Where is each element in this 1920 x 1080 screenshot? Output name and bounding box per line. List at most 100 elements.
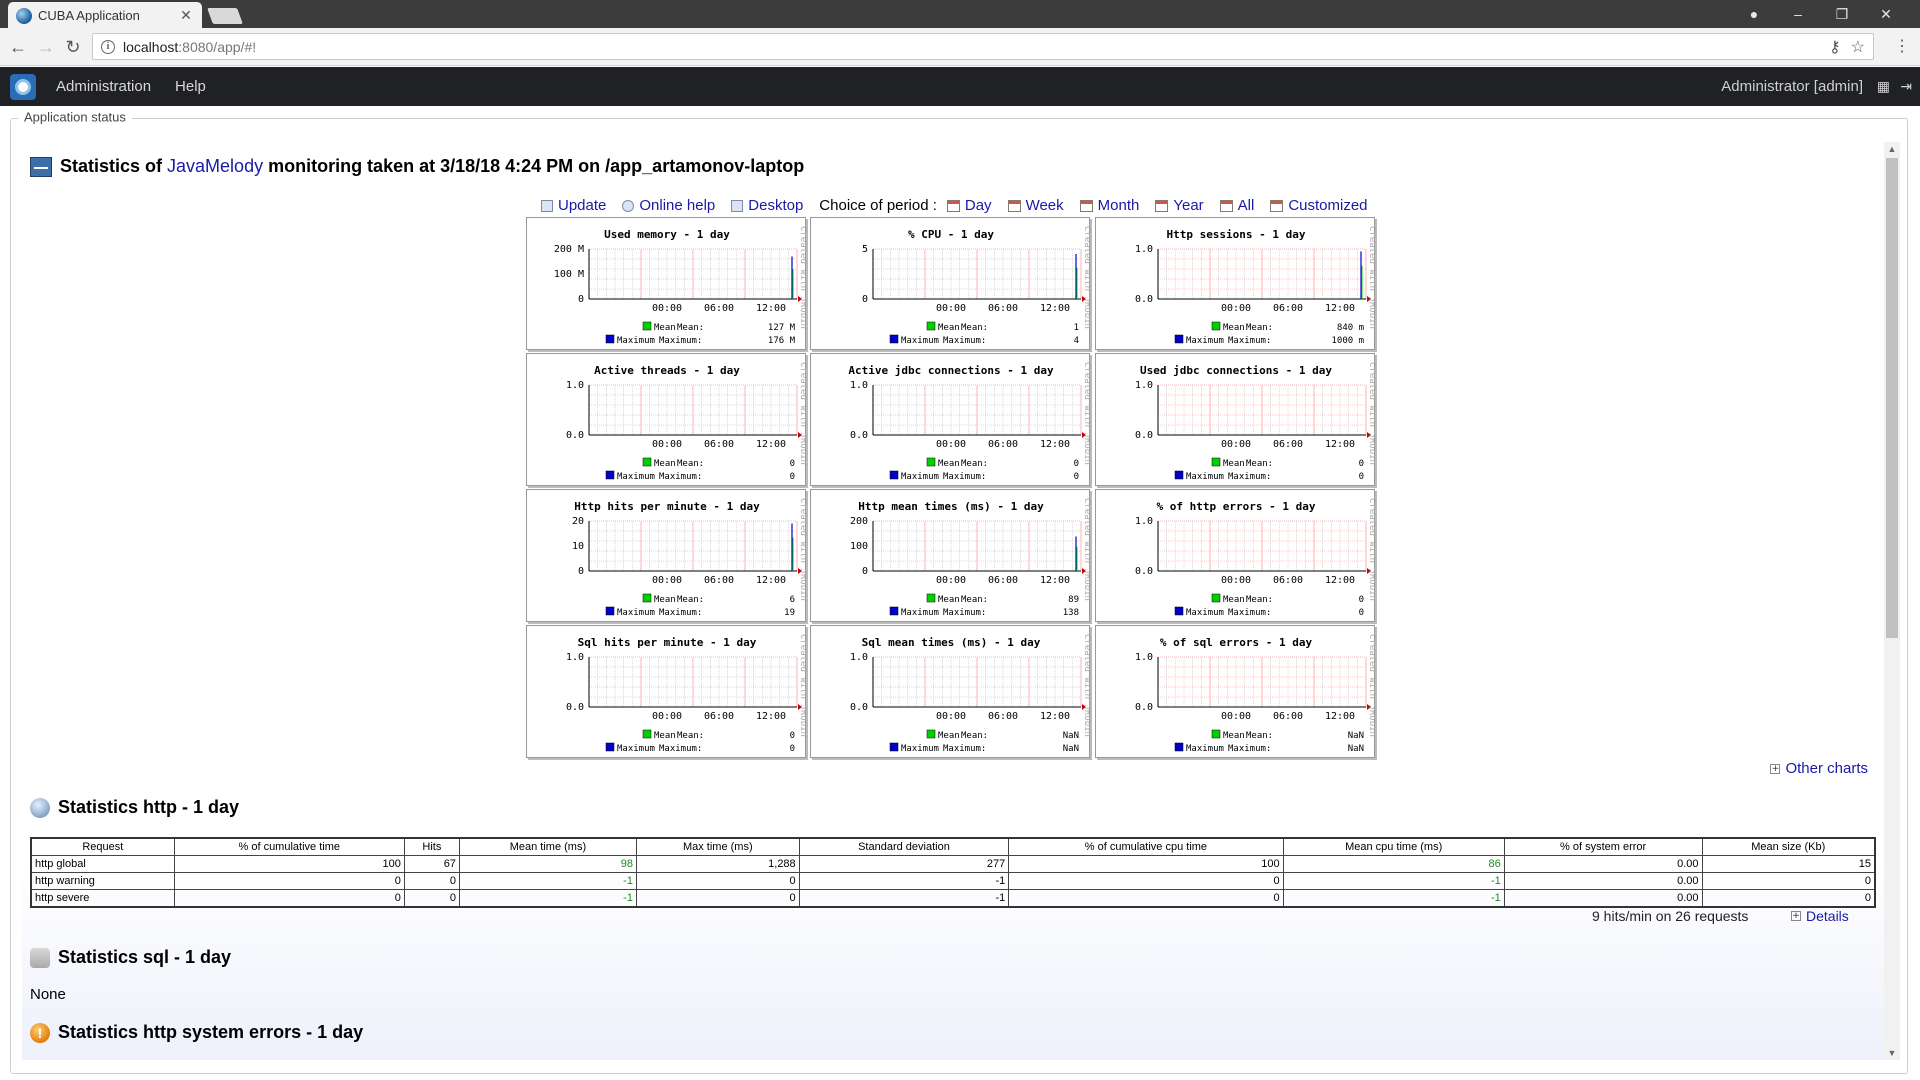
- chart-cell[interactable]: Active threads - 1 day 1.0 0.0 00:00 06:00 12…: [526, 353, 807, 486]
- calendar-icon: [1079, 199, 1093, 212]
- forward-arrow-icon[interactable]: →: [36, 37, 56, 57]
- other-charts-link[interactable]: + Other charts: [1770, 760, 1868, 777]
- browser-tab[interactable]: CUBA Application ✕: [8, 2, 202, 29]
- chart-credit-text: Created with JRobin: [1082, 634, 1091, 737]
- period-month-label: Month: [1097, 197, 1140, 214]
- desktop-icon: [731, 199, 744, 212]
- column-header[interactable]: Standard deviation: [798, 837, 1010, 856]
- column-header[interactable]: % of cumulative cpu time: [1008, 837, 1284, 856]
- chart-cell[interactable]: Sql mean times (ms) - 1 day 1.0 0.0 00:00 06…: [810, 625, 1091, 758]
- new-tab-button[interactable]: [207, 8, 243, 24]
- chart-title: Active threads - 1 day: [594, 364, 740, 377]
- column-header[interactable]: Mean size (Kb): [1701, 837, 1876, 856]
- javamelody-link[interactable]: JavaMelody: [167, 156, 263, 177]
- cuba-logo-icon[interactable]: [10, 73, 36, 100]
- table-cell[interactable]: http severe: [30, 889, 175, 907]
- table-cell: 0: [1701, 889, 1876, 907]
- x-tick-label: 06:00: [1273, 575, 1303, 586]
- warning-icon: !: [30, 1022, 50, 1043]
- window-close-icon[interactable]: ✕: [1864, 0, 1908, 28]
- chart-cell[interactable]: % of http errors - 1 day 1.0 0.0 00:00 06:00…: [1095, 489, 1376, 622]
- current-user[interactable]: Administrator [admin]: [1721, 78, 1863, 95]
- back-arrow-icon[interactable]: ←: [8, 37, 28, 57]
- legend-max-swatch: [889, 334, 899, 344]
- chart-cell[interactable]: Http mean times (ms) - 1 day 200 100 0 00:00…: [810, 489, 1091, 622]
- table-cell: 0: [173, 889, 405, 907]
- period-customized-link[interactable]: Customized: [1270, 197, 1368, 214]
- column-header[interactable]: Max time (ms): [635, 837, 800, 856]
- column-header[interactable]: Mean time (ms): [458, 837, 637, 856]
- chart-cell[interactable]: Http sessions - 1 day 1.0 0.0 00:00 06:00 12:…: [1095, 217, 1376, 350]
- frame-scrollbar[interactable]: ▲ ▼: [1884, 142, 1900, 1060]
- info-icon[interactable]: i: [101, 39, 115, 54]
- y-tick-label: 1.0: [1135, 516, 1153, 527]
- period-all-link[interactable]: All: [1219, 197, 1254, 214]
- column-header[interactable]: % of system error: [1503, 837, 1703, 856]
- column-header[interactable]: % of cumulative time: [173, 837, 405, 856]
- details-link[interactable]: + Details: [1791, 908, 1849, 924]
- column-header[interactable]: Hits: [403, 837, 460, 856]
- url-input[interactable]: i localhost:8080/app/#! ⚷ ☆: [92, 33, 1874, 60]
- chart-cell[interactable]: Used jdbc connections - 1 day 1.0 0.0 00:00…: [1095, 353, 1376, 486]
- table-cell[interactable]: http warning: [30, 872, 175, 890]
- y-tick-label: 1.0: [566, 652, 584, 663]
- chart-cell[interactable]: Sql hits per minute - 1 day 1.0 0.0 00:00 06…: [526, 625, 807, 758]
- chart-cell[interactable]: % CPU - 1 day 5 0 00:00 06:00 12:00 Mean Mean: 1…: [810, 217, 1091, 350]
- chart-svg: Used memory - 1 day 200 M 100 M 0 00:00 06:00…: [554, 226, 807, 346]
- chart-svg: Sql hits per minute - 1 day 1.0 0.0 00:00 06…: [566, 634, 807, 754]
- y-tick-label: 0: [862, 566, 868, 577]
- table-row[interactable]: http warning 0 0 -1 0 -1 0 -1 0.00 0: [30, 872, 1876, 890]
- chart-credit-text: Created with JRobin: [798, 226, 807, 329]
- table-cell[interactable]: http global: [30, 855, 175, 873]
- chart-cell[interactable]: Active jdbc connections - 1 day 1.0 0.0 00:…: [810, 353, 1091, 486]
- restore-icon[interactable]: ❐: [1820, 0, 1864, 28]
- chart-cell[interactable]: Used memory - 1 day 200 M 100 M 0 00:00 06:00…: [526, 217, 807, 350]
- legend-mean-swatch: [926, 729, 936, 739]
- browser-menu-icon[interactable]: ⋮: [1894, 36, 1910, 56]
- column-header[interactable]: Request: [30, 837, 175, 856]
- y-tick-label: 100 M: [554, 269, 584, 280]
- legend-mean-label: Mean: [654, 323, 676, 333]
- legend-mean-stat-label: Mean:: [1246, 595, 1273, 605]
- desktop-link[interactable]: Desktop: [731, 197, 803, 214]
- close-tab-icon[interactable]: ✕: [178, 7, 194, 24]
- legend-max-label: Maximum: [617, 744, 655, 754]
- logout-icon[interactable]: ⇥: [1900, 78, 1912, 95]
- y-tick-label: 0: [578, 294, 584, 305]
- period-year-link[interactable]: Year: [1155, 197, 1204, 214]
- y-tick-label: 0.0: [1135, 294, 1153, 305]
- y-tick-label: 0.0: [1135, 566, 1153, 577]
- x-tick-label: 00:00: [1221, 711, 1251, 722]
- table-cell: -1: [1282, 889, 1505, 907]
- y-tick-label: 0.0: [566, 702, 584, 713]
- period-day-link[interactable]: Day: [946, 197, 992, 214]
- menu-administration[interactable]: Administration: [56, 78, 151, 95]
- reload-icon[interactable]: ↻: [63, 37, 83, 57]
- period-month-link[interactable]: Month: [1079, 197, 1140, 214]
- column-header[interactable]: Mean cpu time (ms): [1282, 837, 1505, 856]
- legend-mean-swatch: [642, 729, 652, 739]
- x-tick-label: 06:00: [988, 439, 1018, 450]
- chart-cell[interactable]: Http hits per minute - 1 day 20 10 0 00:00 06…: [526, 489, 807, 622]
- table-row[interactable]: http global 100 67 98 1,288 277 100 86 0.00 15: [30, 855, 1876, 873]
- grid-icon[interactable]: ▦: [1877, 78, 1890, 95]
- star-icon[interactable]: ☆: [1851, 37, 1865, 57]
- scroll-up-icon[interactable]: ▲: [1884, 142, 1900, 156]
- key-icon[interactable]: ⚷: [1829, 37, 1841, 57]
- scrollbar-thumb[interactable]: [1886, 158, 1898, 638]
- table-cell: 0: [635, 889, 800, 907]
- period-week-link[interactable]: Week: [1007, 197, 1064, 214]
- legend-max-stat-label: Maximum:: [943, 608, 986, 618]
- scroll-down-icon[interactable]: ▼: [1884, 1046, 1900, 1060]
- online-help-link[interactable]: Online help: [622, 197, 715, 214]
- legend-mean-value: NaN: [1348, 731, 1364, 741]
- legend-max-stat-label: Maximum:: [659, 744, 702, 754]
- update-link[interactable]: Update: [541, 197, 606, 214]
- legend-mean-swatch: [926, 321, 936, 331]
- table-cell: 100: [173, 855, 405, 873]
- account-icon[interactable]: ●: [1732, 0, 1776, 28]
- minimize-icon[interactable]: –: [1776, 0, 1820, 28]
- chart-cell[interactable]: % of sql errors - 1 day 1.0 0.0 00:00 06:00 1…: [1095, 625, 1376, 758]
- menu-help[interactable]: Help: [175, 78, 206, 95]
- table-row[interactable]: http severe 0 0 -1 0 -1 0 -1 0.00 0: [30, 889, 1876, 907]
